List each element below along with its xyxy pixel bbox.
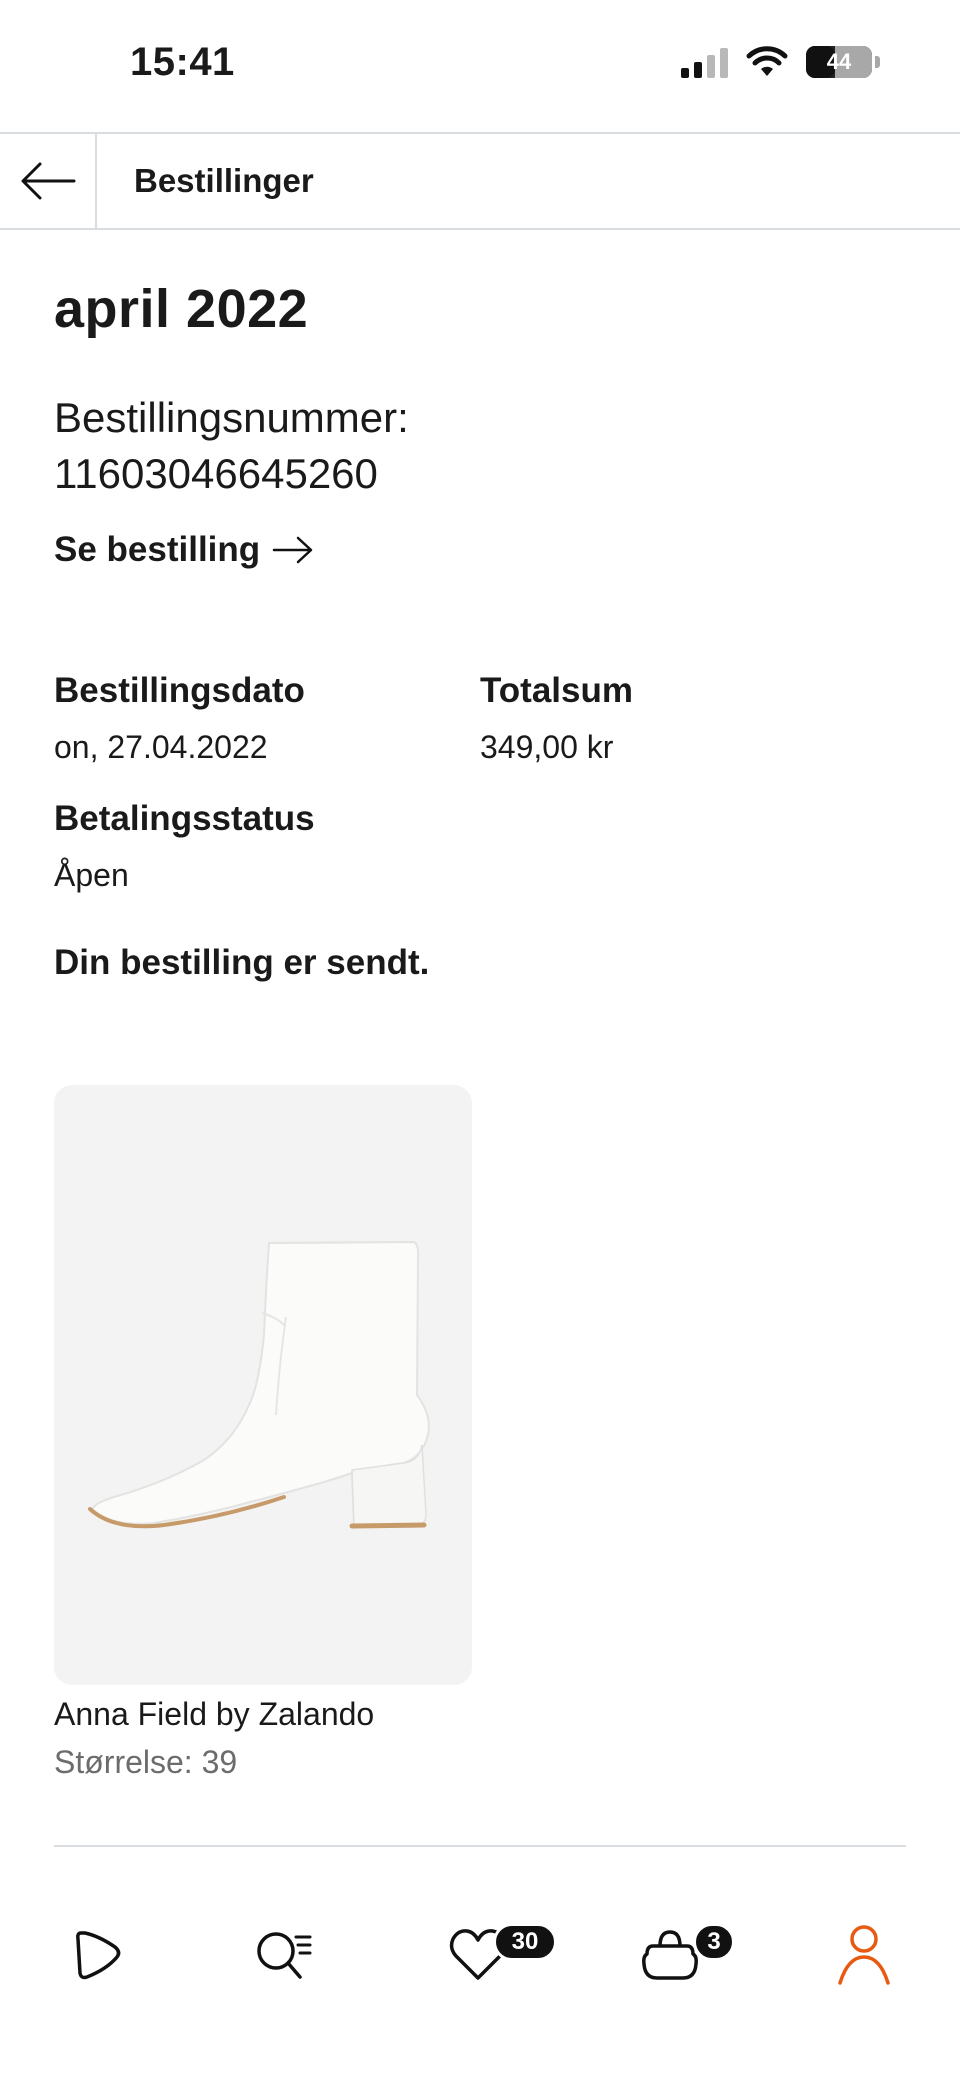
see-order-label: Se bestilling	[54, 530, 261, 569]
top-navigation: Bestillinger	[0, 132, 960, 230]
cellular-signal-icon	[681, 46, 728, 78]
wifi-icon	[746, 46, 788, 76]
user-icon	[838, 1925, 890, 1985]
status-time: 15:41	[130, 40, 235, 84]
section-divider	[54, 1845, 906, 1847]
ankle-boot-image	[88, 1240, 430, 1529]
search-icon	[257, 1932, 312, 1979]
play-icon	[76, 1931, 121, 1980]
tab-profile[interactable]	[804, 1900, 924, 2010]
back-button[interactable]	[0, 134, 97, 228]
page-title: Bestillinger	[134, 162, 314, 199]
order-total-block: Totalsum 349,00 kr	[480, 668, 633, 770]
payment-status-block: Betalingsstatus Åpen	[54, 796, 315, 898]
status-bar: 15:41 44	[0, 0, 960, 132]
payment-status-label: Betalingsstatus	[54, 799, 315, 838]
order-total-label: Totalsum	[480, 671, 633, 710]
order-month-heading: april 2022	[54, 279, 309, 339]
order-number-label: Bestillingsnummer:	[54, 394, 409, 441]
bag-count-badge: 3	[693, 1923, 735, 1961]
see-order-link[interactable]: Se bestilling	[54, 530, 314, 570]
product-brand: Anna Field by Zalando	[54, 1696, 375, 1732]
payment-status-value: Åpen	[54, 857, 129, 893]
status-indicators: 44	[681, 46, 880, 78]
tab-search[interactable]	[224, 1900, 344, 2010]
order-total-value: 349,00 kr	[480, 729, 614, 765]
battery-level: 44	[826, 49, 852, 74]
order-date-block: Bestillingsdato on, 27.04.2022	[54, 668, 305, 770]
order-date-label: Bestillingsdato	[54, 671, 305, 710]
shipping-status-message: Din bestilling er sendt.	[54, 943, 430, 982]
tab-wishlist[interactable]: 30	[418, 1900, 557, 2010]
arrow-right-icon	[272, 536, 313, 564]
bag-icon	[642, 1930, 698, 1980]
arrow-left-icon	[21, 162, 75, 200]
tab-home[interactable]	[37, 1900, 157, 2010]
battery-icon: 44	[806, 46, 872, 78]
tab-bag[interactable]: 3	[610, 1900, 735, 2010]
order-number: 11603046645260	[54, 450, 378, 497]
order-date-value: on, 27.04.2022	[54, 729, 268, 765]
product-image-card[interactable]	[54, 1085, 472, 1685]
product-size: Størrelse: 39	[54, 1744, 238, 1780]
bottom-tab-bar: 30 3	[0, 1900, 960, 2010]
wishlist-count-badge: 30	[493, 1923, 557, 1961]
